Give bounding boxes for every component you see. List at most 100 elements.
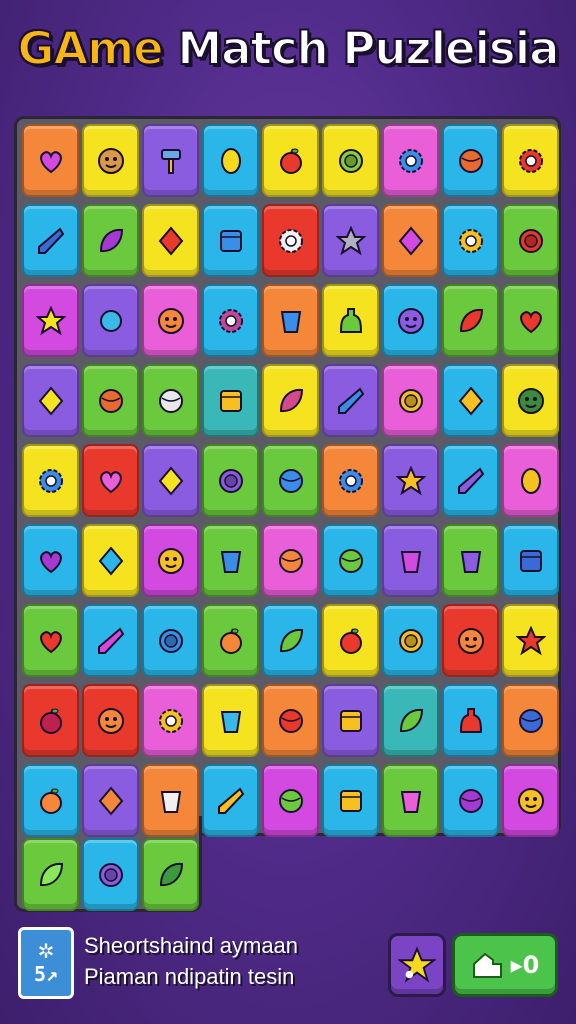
game-tile[interactable] [202,204,259,277]
game-tile[interactable] [142,364,199,437]
game-tile[interactable] [322,684,379,757]
hand-icon [472,952,502,978]
game-tile[interactable] [82,444,139,517]
level-badge[interactable]: ✲ 5↗ [18,927,74,999]
game-tile[interactable] [202,604,259,677]
game-tile[interactable] [22,124,79,197]
game-tile[interactable] [442,524,499,597]
game-tile[interactable] [202,364,259,437]
game-tile[interactable] [322,764,379,837]
game-tile[interactable] [382,364,439,437]
game-tile[interactable] [502,604,559,677]
game-tile[interactable] [502,444,559,517]
play-button[interactable]: ▸0 [452,933,558,997]
face-icon [157,307,184,334]
game-tile[interactable] [142,284,199,357]
game-tile[interactable] [22,204,79,277]
game-tile[interactable] [382,604,439,677]
ball-icon [338,548,363,573]
game-tile[interactable] [502,204,559,277]
game-tile[interactable] [262,604,319,677]
game-tile[interactable] [322,444,379,517]
game-tile[interactable] [202,524,259,597]
game-tile[interactable] [22,604,79,677]
game-tile[interactable] [142,124,199,197]
game-tile[interactable] [202,764,259,837]
game-tile[interactable] [442,204,499,277]
heart-icon [39,550,62,573]
game-tile[interactable] [322,524,379,597]
game-tile[interactable] [22,838,79,911]
game-tile[interactable] [22,284,79,357]
game-tile[interactable] [82,838,139,911]
game-tile[interactable] [22,764,79,837]
game-tile[interactable] [502,284,559,357]
game-tile[interactable] [382,524,439,597]
game-tile[interactable] [442,364,499,437]
game-tile[interactable] [82,604,139,677]
game-tile[interactable] [262,444,319,517]
ring-icon [98,862,123,887]
game-tile[interactable] [262,124,319,197]
game-tile[interactable] [262,364,319,437]
game-tile[interactable] [382,204,439,277]
game-tile[interactable] [22,524,79,597]
game-tile[interactable] [262,524,319,597]
game-tile[interactable] [82,284,139,357]
game-tile[interactable] [322,124,379,197]
ball-icon [458,148,483,173]
game-tile[interactable] [502,524,559,597]
hint-button[interactable] [388,933,446,997]
box-icon [219,229,242,252]
game-tile[interactable] [382,684,439,757]
game-tile[interactable] [502,124,559,197]
game-tile[interactable] [442,764,499,837]
game-tile[interactable] [262,204,319,277]
game-tile[interactable] [442,684,499,757]
game-tile[interactable] [142,604,199,677]
game-tile[interactable] [202,444,259,517]
game-tile[interactable] [22,684,79,757]
game-tile[interactable] [82,364,139,437]
game-tile[interactable] [322,604,379,677]
game-tile[interactable] [202,684,259,757]
game-tile[interactable] [142,524,199,597]
game-tile[interactable] [382,764,439,837]
game-tile[interactable] [22,364,79,437]
face-icon [97,707,124,734]
cup-icon [400,550,421,573]
game-tile[interactable] [22,444,79,517]
game-tile[interactable] [142,444,199,517]
game-tile[interactable] [442,284,499,357]
game-tile[interactable] [442,124,499,197]
game-tile[interactable] [502,764,559,837]
game-tile[interactable] [502,364,559,437]
game-tile[interactable] [262,684,319,757]
game-tile[interactable] [442,604,499,677]
cup-icon [400,790,421,813]
game-tile[interactable] [382,444,439,517]
bottle-icon [459,707,482,733]
game-tile[interactable] [442,444,499,517]
ball-icon [158,388,183,413]
game-tile[interactable] [82,524,139,597]
game-tile[interactable] [82,124,139,197]
game-tile[interactable] [142,764,199,837]
game-tile[interactable] [322,204,379,277]
game-tile[interactable] [382,124,439,197]
game-tile[interactable] [322,284,379,357]
game-tile[interactable] [142,838,199,911]
game-tile[interactable] [82,764,139,837]
game-tile[interactable] [502,684,559,757]
game-tile[interactable] [82,684,139,757]
game-tile[interactable] [142,204,199,277]
game-tile[interactable] [382,284,439,357]
game-tile[interactable] [82,204,139,277]
game-tile[interactable] [142,684,199,757]
game-tile[interactable] [322,364,379,437]
shard-icon [217,786,244,814]
game-tile[interactable] [202,284,259,357]
game-tile[interactable] [262,764,319,837]
game-tile[interactable] [202,124,259,197]
game-tile[interactable] [262,284,319,357]
